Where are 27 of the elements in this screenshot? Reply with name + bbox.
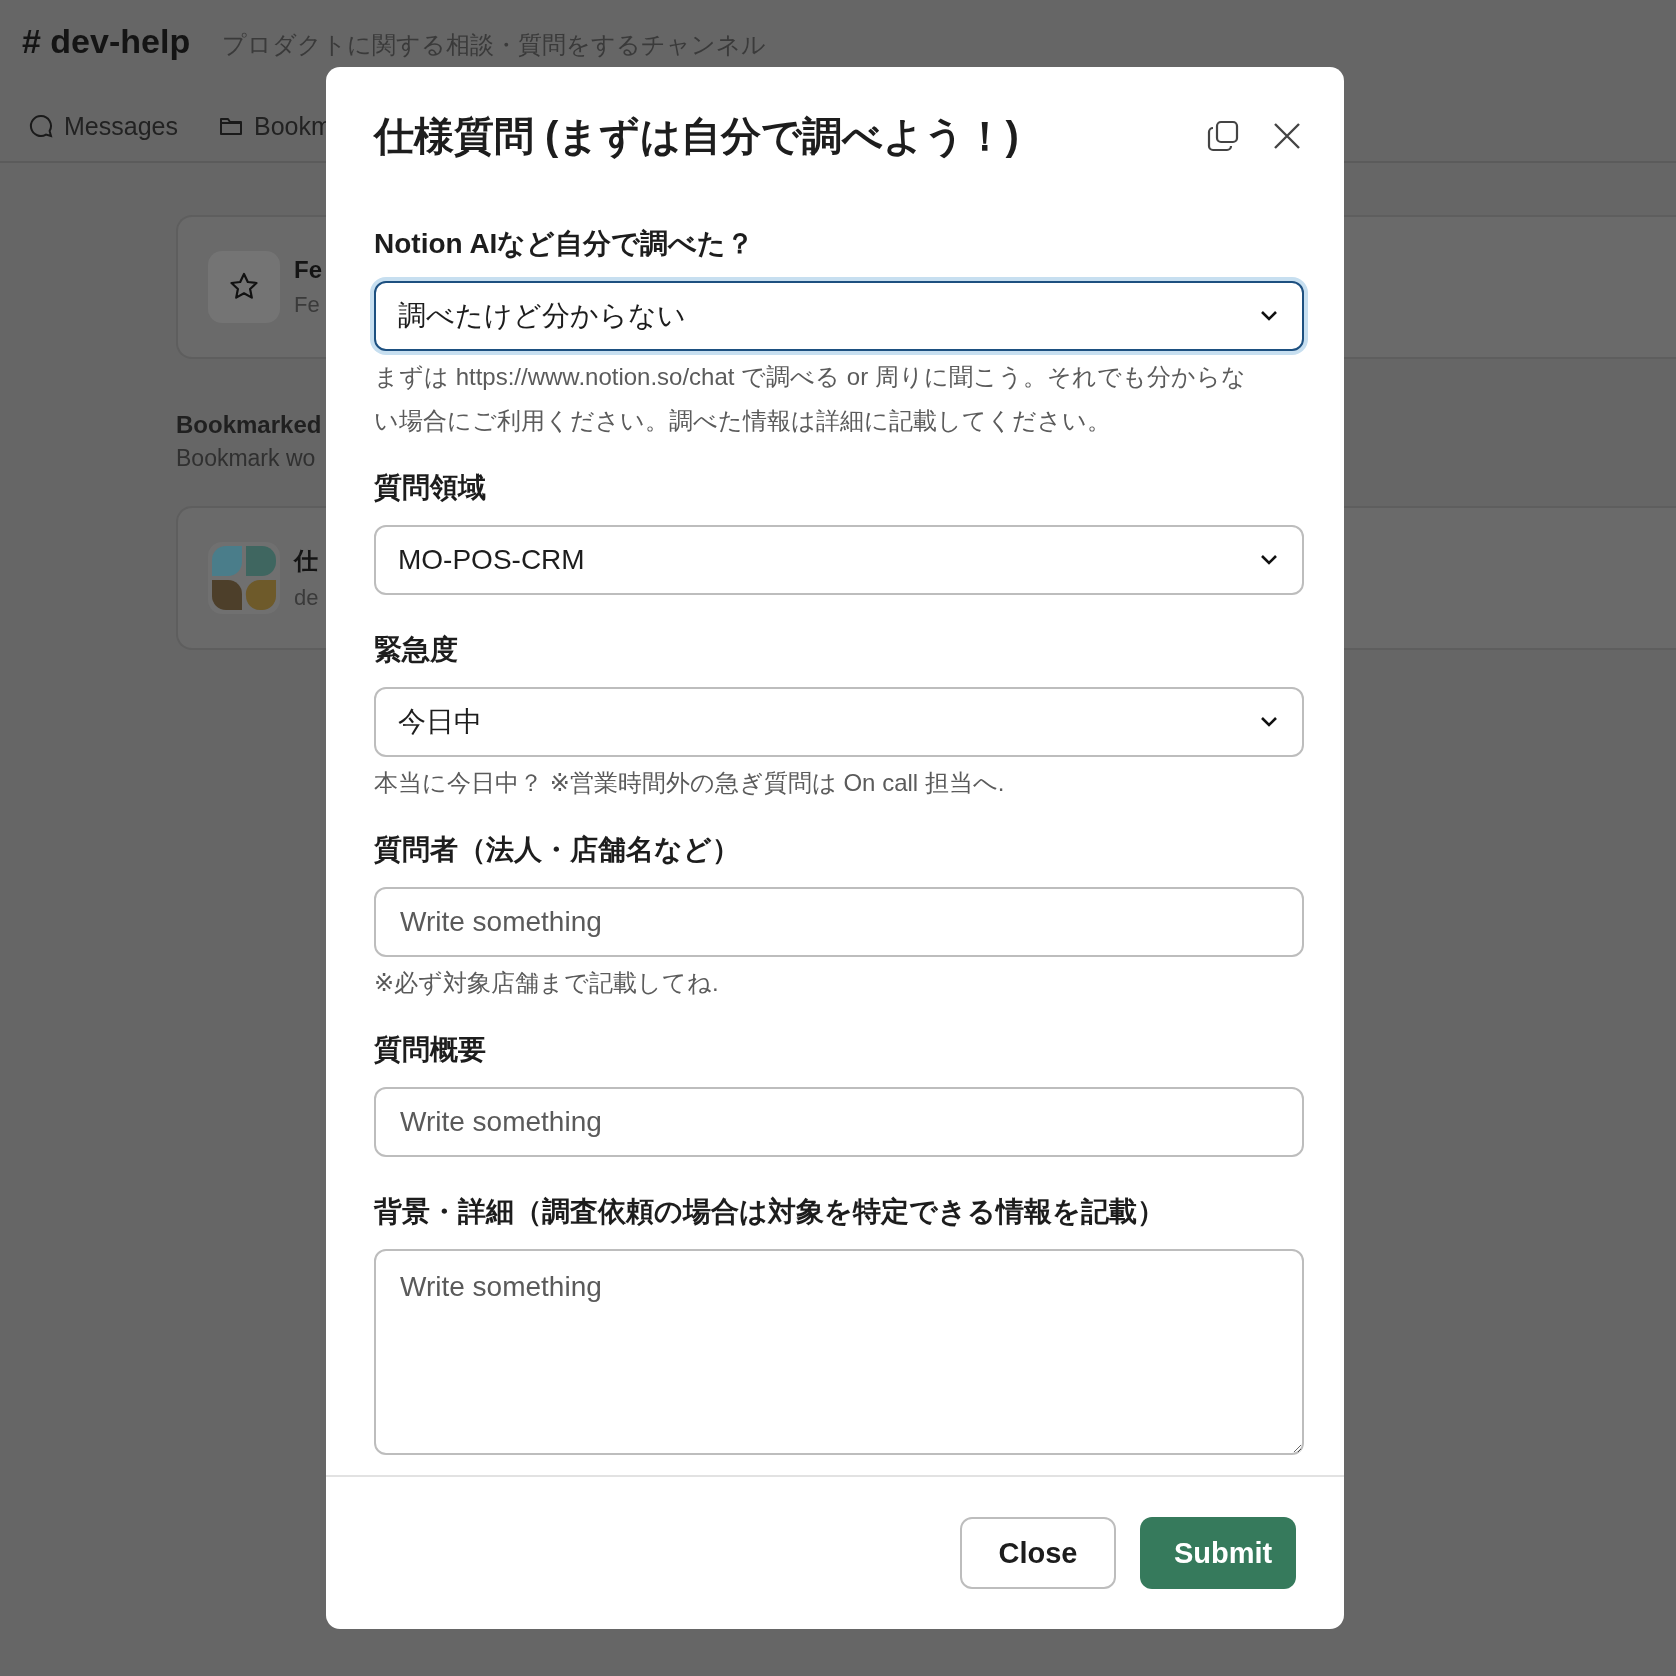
field-label: Notion AIなど自分で調べた？ xyxy=(374,227,756,261)
text-area[interactable]: Write something xyxy=(374,1249,1304,1455)
chevron-down-icon xyxy=(1260,310,1278,322)
chevron-down-icon xyxy=(1260,716,1278,728)
dialog-title: 仕様質問 (まずは自分で調べよう！) xyxy=(374,112,1020,161)
dropdown[interactable]: MO-POS-CRM xyxy=(374,525,1304,595)
card-title: Fe xyxy=(294,256,322,284)
app-icon xyxy=(208,542,280,614)
card-title: 仕 xyxy=(294,546,319,576)
section-title: Bookmarked xyxy=(176,411,322,439)
dropdown[interactable]: 今日中 xyxy=(374,687,1304,757)
chevron-down-icon xyxy=(1260,554,1278,566)
field-label: 質問概要 xyxy=(374,1033,487,1067)
copy-icon[interactable] xyxy=(1206,119,1240,153)
input-field[interactable]: Write something xyxy=(374,887,1304,957)
help-text: まずは https://www.notion.so/chat で調べる or 周りに聞こう。それでも分からない場合にご利用ください。調べた情報は詳細に記載してください。 xyxy=(374,362,1247,436)
field-label: 質問者（法人・店舗名など） xyxy=(374,833,741,867)
help-text: ※必ず対象店舗まで記載してね. xyxy=(374,968,720,998)
field-label: 緊急度 xyxy=(374,633,459,667)
field-label: 背景・詳細（調査依頼の場合は対象を特定できる情報を記載） xyxy=(374,1195,1166,1229)
field-label: 質問領域 xyxy=(374,471,487,505)
chat-bubble-icon xyxy=(28,113,54,139)
input-field[interactable]: Write something xyxy=(374,1087,1304,1157)
help-text: 本当に今日中？ ※営業時間外の急ぎ質問は On call 担当へ. xyxy=(374,768,1006,798)
close-button[interactable]: Close xyxy=(960,1517,1116,1589)
channel-name: # dev-help xyxy=(22,22,191,61)
submit-button[interactable]: Submit xyxy=(1140,1517,1296,1589)
